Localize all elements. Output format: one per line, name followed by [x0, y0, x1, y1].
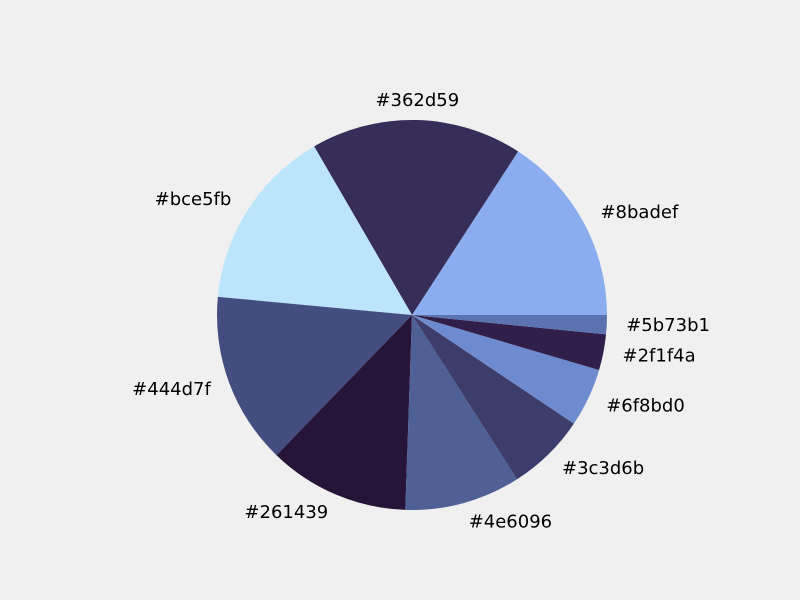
pie-slice-label-8: #2f1f4a	[623, 346, 696, 367]
pie-slice-label-7: #6f8bd0	[606, 396, 685, 417]
pie-slices	[217, 119, 607, 511]
pie-slice-label-4: #261439	[244, 502, 328, 523]
pie-slice-label-6: #3c3d6b	[562, 458, 644, 479]
pie-slice-label-2: #bce5fb	[155, 189, 232, 210]
pie-slice-label-1: #362d59	[375, 90, 459, 111]
pie-chart-svg: #8badef #362d59 #bce5fb #444d7f #261439 #4e60…	[132, 90, 710, 532]
pie-chart: #8badef #362d59 #bce5fb #444d7f #261439 #4e60…	[0, 0, 800, 600]
pie-slice-label-3: #444d7f	[132, 379, 211, 400]
pie-slice-label-9: #5b73b1	[626, 315, 710, 336]
pie-slice-label-5: #4e6096	[469, 511, 552, 532]
pie-slice-label-0: #8badef	[600, 202, 678, 223]
